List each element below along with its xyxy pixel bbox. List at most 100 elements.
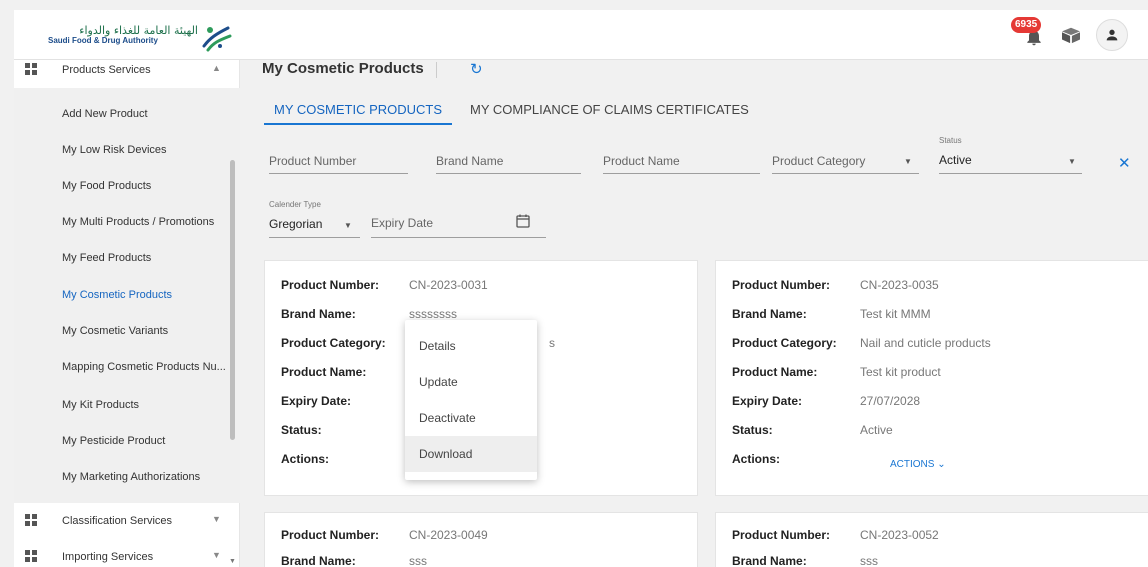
card-row-actions: Actions: ACTIONS ⌄ bbox=[732, 452, 1148, 470]
brand-name-value: ssssssss bbox=[409, 307, 457, 321]
brand-name-placeholder: Brand Name bbox=[436, 154, 504, 168]
field-underline bbox=[269, 173, 408, 174]
product-number-value: CN-2023-0035 bbox=[860, 278, 939, 292]
dropdown-arrow-icon: ▼ bbox=[1068, 157, 1076, 166]
brand-name-value: Test kit MMM bbox=[860, 307, 931, 321]
field-label: Product Number: bbox=[732, 528, 831, 542]
sidebar-item-my-low-risk-devices[interactable]: My Low Risk Devices bbox=[62, 144, 167, 156]
menu-item-deactivate[interactable]: Deactivate bbox=[405, 400, 537, 436]
calendar-type-label: Calender Type bbox=[269, 200, 321, 209]
menu-item-update[interactable]: Update bbox=[405, 364, 537, 400]
product-category-value: Nail and cuticle products bbox=[860, 336, 991, 350]
main-content: My Cosmetic Products ↻ MY COSMETIC PRODU… bbox=[240, 60, 1148, 567]
sfda-logo-icon bbox=[202, 26, 232, 52]
card-row-product-category: Product Category: Nail and cuticle produ… bbox=[732, 336, 1148, 350]
field-label: Brand Name: bbox=[732, 307, 807, 321]
products-services-submenu: Add New Product My Low Risk Devices My F… bbox=[14, 88, 240, 503]
tab-my-compliance-certificates[interactable]: MY COMPLIANCE OF CLAIMS CERTIFICATES bbox=[470, 102, 749, 117]
scroll-down-arrow-icon[interactable]: ▼ bbox=[229, 558, 236, 565]
dropdown-arrow-icon: ▼ bbox=[344, 221, 352, 230]
sidebar-group-label: Products Services bbox=[62, 64, 151, 76]
field-label: Brand Name: bbox=[281, 307, 356, 321]
expiry-date-input[interactable]: Expiry Date bbox=[366, 210, 546, 238]
field-underline bbox=[772, 173, 919, 174]
field-underline bbox=[269, 237, 360, 238]
grid-icon bbox=[25, 63, 37, 75]
product-number-value: CN-2023-0052 bbox=[860, 528, 939, 542]
sidebar-item-my-cosmetic-variants[interactable]: My Cosmetic Variants bbox=[62, 325, 168, 337]
sidebar-item-mapping-cosmetic-products[interactable]: Mapping Cosmetic Products Nu... bbox=[62, 361, 226, 373]
card-row-product-number: Product Number: CN-2023-0049 bbox=[281, 528, 701, 542]
product-card: Product Number: CN-2023-0049 Brand Name:… bbox=[264, 512, 698, 567]
tab-my-cosmetic-products[interactable]: MY COSMETIC PRODUCTS bbox=[274, 102, 442, 117]
card-row-product-number: Product Number: CN-2023-0052 bbox=[732, 528, 1148, 542]
product-card: Product Number: CN-2023-0035 Brand Name:… bbox=[715, 260, 1148, 496]
card-row-product-number: Product Number: CN-2023-0035 bbox=[732, 278, 1148, 292]
field-underline bbox=[371, 237, 546, 238]
active-tab-indicator bbox=[264, 123, 452, 125]
sidebar-item-my-kit-products[interactable]: My Kit Products bbox=[62, 399, 139, 411]
card-row-brand-name: Brand Name: ssssssss bbox=[281, 307, 701, 321]
product-number-value: CN-2023-0049 bbox=[409, 528, 488, 542]
product-card: Product Number: CN-2023-0052 Brand Name:… bbox=[715, 512, 1148, 567]
sidebar-group-label: Importing Services bbox=[62, 551, 154, 563]
field-label: Brand Name: bbox=[732, 554, 807, 567]
product-number-filter[interactable]: Product Number bbox=[264, 148, 408, 174]
menu-item-details[interactable]: Details bbox=[405, 328, 537, 364]
sidebar-item-my-multi-products[interactable]: My Multi Products / Promotions bbox=[62, 216, 214, 228]
field-label: Actions: bbox=[732, 452, 780, 466]
sidebar-item-my-pesticide-product[interactable]: My Pesticide Product bbox=[62, 435, 165, 447]
field-label: Actions: bbox=[281, 452, 329, 466]
refresh-icon[interactable]: ↻ bbox=[470, 60, 483, 78]
page-title: My Cosmetic Products bbox=[262, 60, 424, 77]
sidebar-scrollbar[interactable] bbox=[230, 160, 235, 440]
card-row-expiry-date: Expiry Date: 27/07/2028 bbox=[732, 394, 1148, 408]
sfda-logo[interactable]: الهيئة العامة للغذاء والدواء Saudi Food … bbox=[48, 24, 232, 52]
field-label: Status: bbox=[732, 423, 773, 437]
actions-button[interactable]: ACTIONS ⌄ bbox=[890, 459, 946, 470]
sidebar-item-my-marketing-authorizations[interactable]: My Marketing Authorizations bbox=[62, 471, 200, 483]
expiry-date-value: 27/07/2028 bbox=[860, 394, 921, 408]
product-name-filter[interactable]: Product Name bbox=[598, 148, 760, 174]
field-label: Product Number: bbox=[281, 528, 380, 542]
product-category-select[interactable]: Product Category ▼ bbox=[767, 148, 919, 174]
card-row-brand-name: Brand Name: Test kit MMM bbox=[732, 307, 1148, 321]
field-label: Brand Name: bbox=[281, 554, 356, 567]
card-row-product-name: Product Name: Test kit product bbox=[732, 365, 1148, 379]
brand-name-filter[interactable]: Brand Name bbox=[431, 148, 581, 174]
calendar-type-value: Gregorian bbox=[269, 217, 323, 231]
field-label: Product Name: bbox=[281, 365, 367, 379]
box-icon[interactable] bbox=[1060, 26, 1082, 44]
card-row-brand-name: Brand Name: sss bbox=[732, 554, 1148, 567]
sidebar-group-importing-services[interactable]: Importing Services ▼ bbox=[14, 547, 240, 567]
sidebar-item-my-food-products[interactable]: My Food Products bbox=[62, 180, 151, 192]
sidebar-item-my-cosmetic-products[interactable]: My Cosmetic Products bbox=[62, 289, 172, 301]
card-row-status: Status: Active bbox=[732, 423, 1148, 437]
sidebar-item-add-new-product[interactable]: Add New Product bbox=[62, 108, 148, 120]
status-select[interactable]: Status Active ▼ bbox=[934, 136, 1082, 174]
notifications-button[interactable]: 6935 bbox=[1011, 17, 1046, 47]
expiry-date-placeholder: Expiry Date bbox=[371, 216, 434, 230]
field-label: Expiry Date: bbox=[281, 394, 352, 408]
notification-count-badge: 6935 bbox=[1011, 17, 1042, 33]
actions-button-label: ACTIONS bbox=[890, 459, 935, 470]
sidebar: Products Services ▲ Add New Product My L… bbox=[14, 60, 240, 567]
menu-item-download[interactable]: Download bbox=[405, 436, 537, 472]
clear-filters-icon[interactable]: ✕ bbox=[1118, 154, 1131, 172]
sidebar-item-my-feed-products[interactable]: My Feed Products bbox=[62, 252, 151, 264]
sidebar-group-classification-services[interactable]: Classification Services ▼ bbox=[14, 511, 240, 531]
sidebar-group-products-services[interactable]: Products Services ▲ bbox=[14, 60, 240, 80]
calendar-icon[interactable] bbox=[516, 214, 530, 228]
product-category-placeholder: Product Category bbox=[772, 154, 866, 168]
chevron-up-icon: ▲ bbox=[212, 63, 221, 73]
grid-icon bbox=[25, 514, 37, 526]
app-header: الهيئة العامة للغذاء والدواء Saudi Food … bbox=[14, 10, 1148, 60]
field-underline bbox=[436, 173, 581, 174]
status-label: Status bbox=[939, 136, 962, 145]
field-label: Product Name: bbox=[732, 365, 818, 379]
field-underline bbox=[603, 173, 760, 174]
calendar-type-select[interactable]: Calender Type Gregorian ▼ bbox=[264, 200, 360, 238]
product-name-placeholder: Product Name bbox=[603, 154, 680, 168]
field-label: Product Category: bbox=[732, 336, 837, 350]
user-avatar-button[interactable] bbox=[1096, 19, 1128, 51]
